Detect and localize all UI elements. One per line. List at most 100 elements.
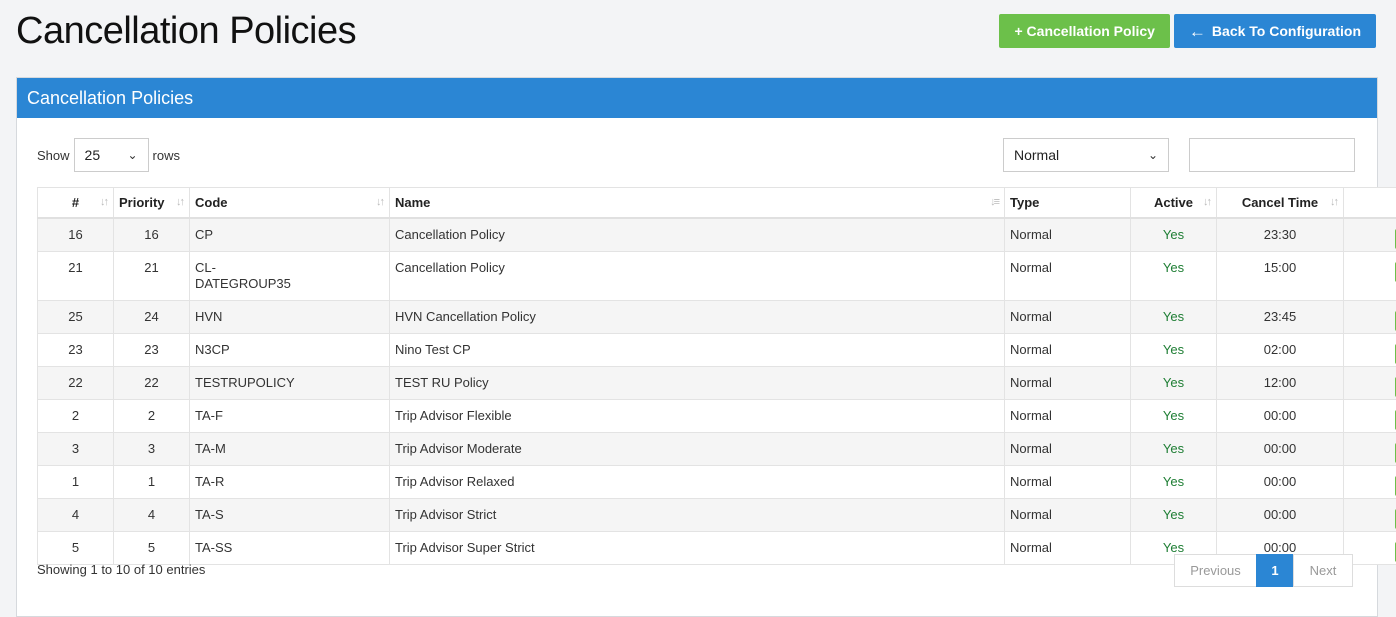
add-cancellation-policy-button[interactable]: + Cancellation Policy <box>999 14 1169 48</box>
back-button-label: Back To Configuration <box>1212 23 1361 39</box>
rows-per-page-select[interactable]: 25 ⌄ <box>74 138 149 172</box>
row-actions: Edit <box>1344 399 1396 432</box>
row-id: 22 <box>38 366 114 399</box>
table-row: 2121CL-DATEGROUP35Cancellation PolicyNor… <box>38 251 1396 300</box>
pagination: Previous 1 Next <box>1175 554 1353 587</box>
row-active: Yes <box>1131 432 1217 465</box>
pagination-page-1[interactable]: 1 <box>1256 554 1294 587</box>
row-id: 23 <box>38 333 114 366</box>
row-type: Normal <box>1005 333 1131 366</box>
table-row: 33TA-MTrip Advisor ModerateNormalYes00:0… <box>38 432 1396 465</box>
row-cancel-time: 02:00 <box>1217 333 1344 366</box>
pagination-next[interactable]: Next <box>1293 554 1353 587</box>
row-cancel-time: 00:00 <box>1217 399 1344 432</box>
row-type: Normal <box>1005 531 1131 564</box>
rows-label: rows <box>153 148 180 163</box>
column-header-cancel-time[interactable]: Cancel Time↓↑ <box>1217 188 1344 218</box>
row-priority: 3 <box>114 432 190 465</box>
row-actions: Edit <box>1344 498 1396 531</box>
sort-icon: ↓↑ <box>100 196 107 208</box>
row-type: Normal <box>1005 498 1131 531</box>
row-priority: 16 <box>114 218 190 252</box>
row-name: Trip Advisor Super Strict <box>390 531 1005 564</box>
row-active: Yes <box>1131 399 1217 432</box>
table-controls: Show 25 ⌄ rows Normal ⌄ <box>17 118 1377 188</box>
row-actions: Edit <box>1344 333 1396 366</box>
table-info: Showing 1 to 10 of 10 entries <box>37 562 205 577</box>
row-cancel-time: 00:00 <box>1217 498 1344 531</box>
back-to-configuration-button[interactable]: ← Back To Configuration <box>1174 14 1376 48</box>
row-type: Normal <box>1005 300 1131 333</box>
column-header-priority[interactable]: Priority↓↑ <box>114 188 190 218</box>
arrow-left-icon: ← <box>1189 23 1206 40</box>
row-type: Normal <box>1005 432 1131 465</box>
table-row: 1616CPCancellation PolicyNormalYes23:30E… <box>38 218 1396 252</box>
table-body: 1616CPCancellation PolicyNormalYes23:30E… <box>38 218 1396 565</box>
sort-asc-icon: ↓≡ <box>990 196 998 208</box>
row-name: HVN Cancellation Policy <box>390 300 1005 333</box>
column-header-name[interactable]: Name↓≡ <box>390 188 1005 218</box>
table-row: 44TA-STrip Advisor StrictNormalYes00:00E… <box>38 498 1396 531</box>
search-input[interactable] <box>1189 138 1355 172</box>
row-id: 3 <box>38 432 114 465</box>
row-actions: Edit <box>1344 218 1396 252</box>
row-cancel-time: 23:45 <box>1217 300 1344 333</box>
row-priority: 2 <box>114 399 190 432</box>
row-name: Cancellation Policy <box>390 218 1005 252</box>
row-type: Normal <box>1005 218 1131 252</box>
column-header-code[interactable]: Code↓↑ <box>190 188 390 218</box>
row-name: Trip Advisor Flexible <box>390 399 1005 432</box>
pagination-previous[interactable]: Previous <box>1174 554 1257 587</box>
cancellation-policies-panel: Cancellation Policies Show 25 ⌄ rows Nor… <box>16 77 1378 617</box>
row-cancel-time: 12:00 <box>1217 366 1344 399</box>
row-name: Trip Advisor Strict <box>390 498 1005 531</box>
row-code: HVN <box>190 300 390 333</box>
sort-icon: ↓↑ <box>376 196 383 208</box>
top-actions: + Cancellation Policy ← Back To Configur… <box>999 14 1376 48</box>
row-name: Trip Advisor Relaxed <box>390 465 1005 498</box>
row-name: TEST RU Policy <box>390 366 1005 399</box>
column-header-id[interactable]: #↓↑ <box>38 188 114 218</box>
row-id: 16 <box>38 218 114 252</box>
sort-icon: ↓↑ <box>176 196 183 208</box>
row-priority: 4 <box>114 498 190 531</box>
row-id: 2 <box>38 399 114 432</box>
row-id: 21 <box>38 251 114 300</box>
sort-icon: ↓↑ <box>1330 196 1337 208</box>
row-type: Normal <box>1005 399 1131 432</box>
row-active: Yes <box>1131 333 1217 366</box>
column-header-actions <box>1344 188 1396 218</box>
row-actions: Edit <box>1344 366 1396 399</box>
page-title: Cancellation Policies <box>16 10 356 53</box>
column-header-active[interactable]: Active↓↑ <box>1131 188 1217 218</box>
table-row: 11TA-RTrip Advisor RelaxedNormalYes00:00… <box>38 465 1396 498</box>
row-priority: 5 <box>114 531 190 564</box>
table-row: 22TA-FTrip Advisor FlexibleNormalYes00:0… <box>38 399 1396 432</box>
row-id: 25 <box>38 300 114 333</box>
rows-per-page: Show 25 ⌄ rows <box>37 138 180 172</box>
row-active: Yes <box>1131 218 1217 252</box>
type-filter-select[interactable]: Normal ⌄ <box>1003 138 1169 172</box>
row-actions: Edit <box>1344 465 1396 498</box>
table-row: 2524HVNHVN Cancellation PolicyNormalYes2… <box>38 300 1396 333</box>
row-id: 1 <box>38 465 114 498</box>
row-priority: 23 <box>114 333 190 366</box>
cancellation-policies-table: #↓↑ Priority↓↑ Code↓↑ Name↓≡ Type Active… <box>37 187 1396 565</box>
row-cancel-time: 00:00 <box>1217 465 1344 498</box>
row-name: Nino Test CP <box>390 333 1005 366</box>
row-active: Yes <box>1131 300 1217 333</box>
table-row: 2222TESTRUPOLICYTEST RU PolicyNormalYes1… <box>38 366 1396 399</box>
column-header-type: Type <box>1005 188 1131 218</box>
sort-icon: ↓↑ <box>1203 196 1210 208</box>
row-code: TA-M <box>190 432 390 465</box>
row-priority: 1 <box>114 465 190 498</box>
row-active: Yes <box>1131 366 1217 399</box>
row-code: TESTRUPOLICY <box>190 366 390 399</box>
row-id: 4 <box>38 498 114 531</box>
chevron-down-icon: ⌄ <box>127 148 137 162</box>
row-priority: 22 <box>114 366 190 399</box>
row-type: Normal <box>1005 465 1131 498</box>
row-active: Yes <box>1131 251 1217 300</box>
show-label: Show <box>37 148 70 163</box>
row-actions: Edit <box>1344 251 1396 300</box>
